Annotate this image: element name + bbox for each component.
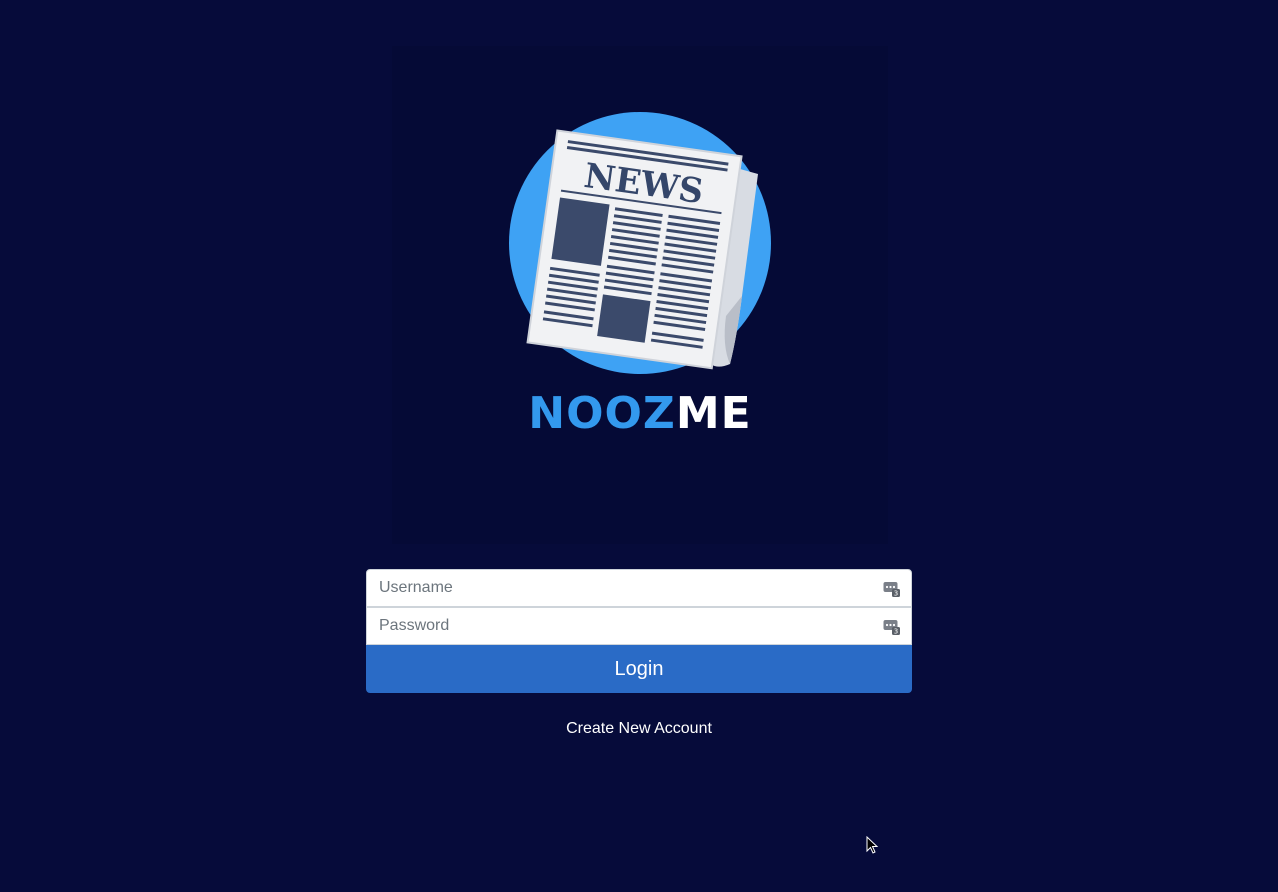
username-field-wrapper: 3 — [366, 569, 912, 607]
login-form: 3 3 Login — [366, 569, 912, 693]
brand-part-me: ME — [675, 388, 752, 439]
newspaper-logo-icon: NEWS — [509, 112, 771, 374]
brand-part-nooz: NOOZ — [528, 388, 676, 439]
login-button[interactable]: Login — [366, 645, 912, 693]
svg-text:3: 3 — [894, 628, 898, 636]
password-manager-key-icon[interactable]: 3 — [883, 580, 900, 597]
brand-wordmark: NOOZME — [392, 389, 888, 439]
login-page: NEWS NOOZME Username 3 3 Login Create Ne… — [0, 0, 1278, 892]
logo-panel: NEWS NOOZME — [392, 46, 888, 544]
password-manager-key-icon[interactable]: 3 — [883, 618, 900, 635]
username-input[interactable] — [367, 570, 911, 606]
password-field-wrapper: 3 — [366, 607, 912, 645]
svg-text:3: 3 — [894, 590, 898, 598]
mouse-cursor-icon — [866, 836, 879, 854]
password-input[interactable] — [367, 608, 911, 644]
create-account-link[interactable]: Create New Account — [0, 719, 1278, 739]
